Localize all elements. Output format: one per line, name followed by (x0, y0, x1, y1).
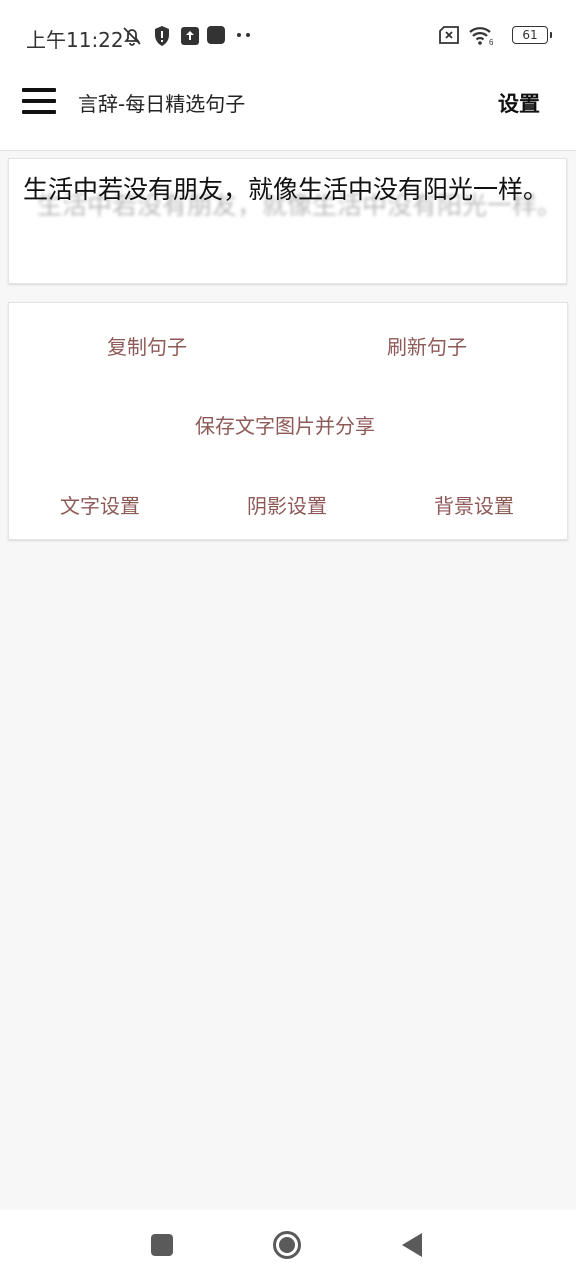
menu-icon-bar-bottom (22, 110, 56, 114)
sentence-card: 生活中若没有朋友，就像生活中没有阳光一样。 (8, 158, 567, 284)
status-time: 上午11:22 (26, 28, 124, 52)
app-bar: 言辞-每日精选句子 设置 (0, 70, 576, 151)
menu-icon-bar-middle (22, 99, 56, 103)
status-icons-right: 6 61 (438, 24, 552, 48)
app-title: 言辞-每日精选句子 (78, 92, 246, 116)
background-settings-button[interactable]: 背景设置 (434, 490, 514, 519)
navigation-bar (0, 1210, 576, 1280)
copy-sentence-button[interactable]: 复制句子 (107, 331, 187, 360)
status-bar: 上午11:22 6 61 (0, 0, 576, 70)
shadow-settings-button[interactable]: 阴影设置 (247, 490, 327, 519)
home-circle-icon[interactable] (272, 1230, 302, 1260)
sim-off-icon (439, 26, 459, 44)
wifi-icon: 6 (469, 27, 494, 46)
refresh-sentence-button[interactable]: 刷新句子 (387, 331, 467, 360)
battery-indicator: 61 (512, 26, 552, 44)
wifi-label: 6 (489, 38, 494, 46)
shield-alert-icon (155, 26, 169, 46)
settings-button[interactable]: 设置 (498, 88, 540, 118)
menu-button[interactable] (22, 88, 56, 116)
app-square-icon (207, 26, 225, 44)
bell-off-icon (123, 27, 141, 46)
back-triangle-icon[interactable] (400, 1232, 424, 1258)
save-share-image-button[interactable]: 保存文字图片并分享 (195, 410, 375, 439)
recents-square-icon[interactable] (150, 1233, 174, 1257)
upload-icon (181, 27, 199, 45)
sentence-text: 生活中若没有朋友，就像生活中没有阳光一样。 (23, 175, 549, 204)
text-settings-button[interactable]: 文字设置 (60, 490, 140, 519)
screen: 上午11:22 6 61 言辞-每日精选句子 设置 生活中若没有朋友，就像生活中… (0, 0, 576, 1280)
menu-icon-bar-top (22, 88, 56, 92)
more-dots-icon (237, 33, 250, 37)
action-card: 复制句子 刷新句子 保存文字图片并分享 文字设置 阴影设置 背景设置 (8, 302, 568, 540)
